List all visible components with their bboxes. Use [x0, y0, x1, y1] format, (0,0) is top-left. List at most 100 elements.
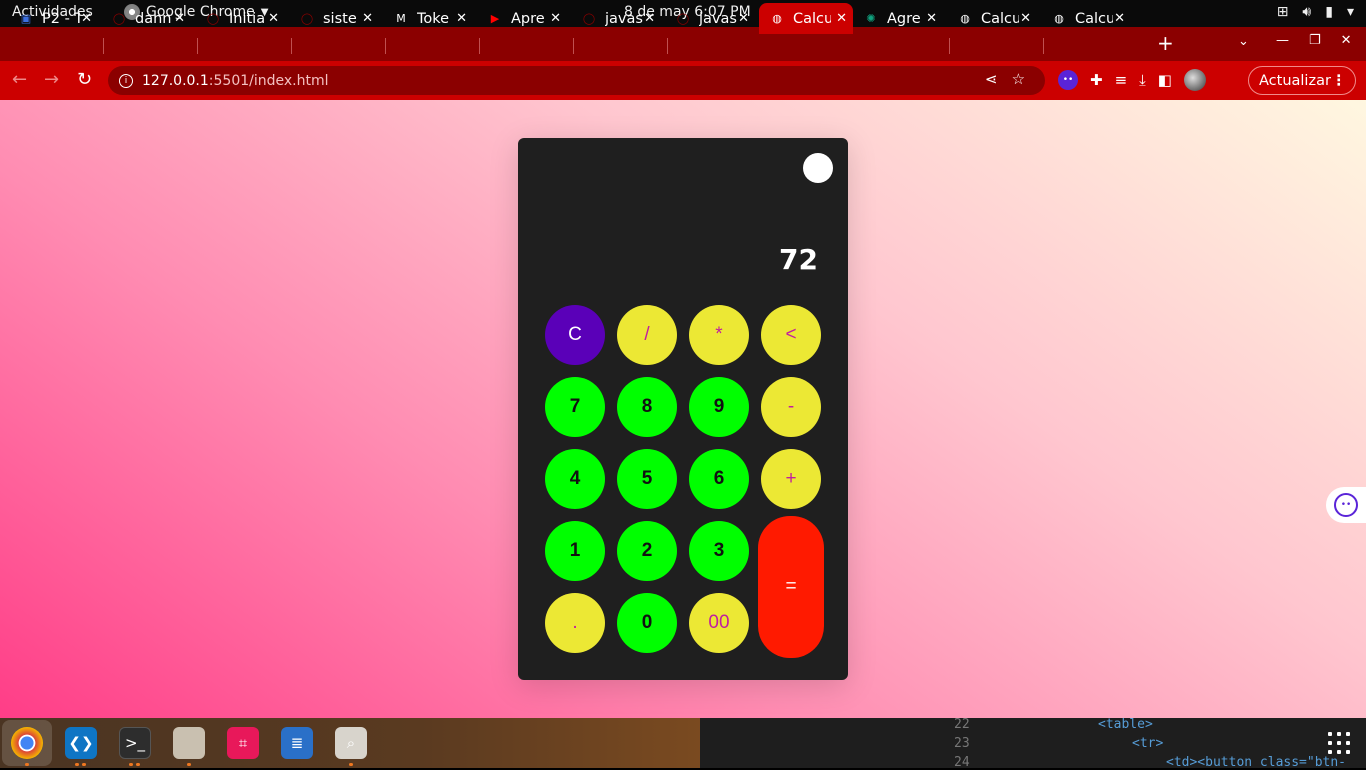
side-panel-icon[interactable]: ◧: [1158, 71, 1172, 89]
tab-title: Initia: [229, 10, 266, 27]
terminal-icon[interactable]: >_: [119, 727, 151, 759]
address-bar[interactable]: i 127.0.0.1:5501/index.html: [108, 66, 1045, 95]
tab[interactable]: ◯ Initia ✕: [205, 3, 285, 34]
puzzle-icon[interactable]: ✚: [1090, 71, 1103, 89]
minus-button[interactable]: -: [761, 377, 821, 437]
network-icon: ⊞: [1276, 4, 1289, 20]
tab[interactable]: ◯ javas ✕: [675, 3, 755, 34]
new-tab-button[interactable]: +: [1157, 31, 1174, 55]
digit-5-button[interactable]: 5: [617, 449, 677, 509]
tab-close-icon[interactable]: ✕: [926, 11, 937, 26]
running-indicator: [349, 763, 353, 766]
tab[interactable]: ◍ Calcu ✕: [1051, 3, 1131, 34]
update-button[interactable]: Actualizar ⋮: [1248, 66, 1356, 95]
bot-icon: ••: [1334, 493, 1358, 517]
tab-title: Toke: [417, 10, 450, 27]
multiply-button[interactable]: *: [689, 305, 749, 365]
forward-icon[interactable]: →: [44, 69, 59, 90]
github-icon: ◯: [582, 12, 596, 25]
profile-avatar[interactable]: [1183, 69, 1206, 91]
site-info-icon[interactable]: i: [119, 73, 133, 88]
tab-close-icon[interactable]: ✕: [550, 11, 561, 26]
digit-3-button[interactable]: 3: [689, 521, 749, 581]
clear-button[interactable]: C: [545, 305, 605, 365]
files-icon[interactable]: [173, 727, 205, 759]
equals-button[interactable]: =: [758, 516, 824, 658]
tab-close-icon[interactable]: ✕: [268, 11, 279, 26]
tab-close-icon[interactable]: ✕: [362, 11, 373, 26]
media-control-icon[interactable]: ≡: [1115, 71, 1128, 89]
image-viewer-icon[interactable]: ⌕: [335, 727, 367, 759]
tab[interactable]: ◯ dann ✕: [111, 3, 191, 34]
line-number: 22: [954, 717, 970, 732]
background-code-editor: 22 <table> 23 <tr> 24 <td><button class=…: [700, 717, 1366, 770]
digit-7-button[interactable]: 7: [545, 377, 605, 437]
tab[interactable]: M Toke ✕: [393, 3, 473, 34]
text-editor-icon[interactable]: ≣: [281, 727, 313, 759]
tab-close-icon[interactable]: ✕: [836, 11, 847, 26]
tab-separator: [197, 38, 198, 54]
digit-9-button[interactable]: 9: [689, 377, 749, 437]
bot-extension-icon[interactable]: ••: [1058, 70, 1078, 90]
backspace-button[interactable]: <: [761, 305, 821, 365]
show-apps-icon[interactable]: [1328, 732, 1350, 754]
url-path: :5501/index.html: [208, 72, 329, 89]
digit-8-button[interactable]: 8: [617, 377, 677, 437]
page-viewport: 72 C / * < 7 8 9 - 4 5 6 + 1 2 3 = . 0 0…: [0, 100, 1366, 718]
tab-close-icon[interactable]: ✕: [456, 11, 467, 26]
tab-separator: [479, 38, 480, 54]
running-indicator: [187, 763, 191, 766]
window-controls: — ❐ ✕: [1276, 33, 1352, 48]
digit-6-button[interactable]: 6: [689, 449, 749, 509]
tab-title: javas: [605, 10, 643, 27]
vscode-icon[interactable]: ❮❯: [65, 727, 97, 759]
battery-icon: ▮: [1325, 4, 1333, 20]
tab-close-icon[interactable]: ✕: [174, 11, 185, 26]
tab-separator: [291, 38, 292, 54]
screenshot-icon[interactable]: ⌗: [227, 727, 259, 759]
tab-search-icon[interactable]: ⌄: [1238, 34, 1249, 49]
tab-close-icon[interactable]: ✕: [1114, 11, 1125, 26]
digit-2-button[interactable]: 2: [617, 521, 677, 581]
tab[interactable]: ✺ Agre ✕: [863, 3, 943, 34]
code-line: <tr>: [1132, 736, 1164, 751]
close-icon[interactable]: ✕: [1341, 33, 1352, 48]
tab-close-icon[interactable]: ✕: [1020, 11, 1031, 26]
running-indicator: [82, 763, 86, 766]
tab-close-icon[interactable]: ✕: [644, 11, 655, 26]
download-icon[interactable]: ⤓: [1139, 71, 1146, 89]
bot-side-widget[interactable]: ••: [1326, 487, 1366, 523]
system-tray[interactable]: ⊞ 🔊︎ ▮ ▾: [1277, 4, 1354, 20]
kebab-menu-icon[interactable]: ⋮: [1332, 73, 1347, 89]
digit-0-button[interactable]: 0: [617, 593, 677, 653]
youtube-icon: ▶: [490, 12, 500, 25]
digit-4-button[interactable]: 4: [545, 449, 605, 509]
restore-icon[interactable]: ❐: [1309, 33, 1321, 48]
tab[interactable]: ◯ javas ✕: [581, 3, 661, 34]
digit-1-button[interactable]: 1: [545, 521, 605, 581]
tab-separator: [667, 38, 668, 54]
github-icon: ◯: [300, 12, 314, 25]
plus-button[interactable]: +: [761, 449, 821, 509]
reload-icon[interactable]: ↻: [77, 69, 92, 90]
tab-separator: [385, 38, 386, 54]
decimal-button[interactable]: .: [545, 593, 605, 653]
tab[interactable]: ▣ P2 - T ✕: [18, 3, 98, 34]
bookmark-star-icon[interactable]: ☆: [1012, 70, 1025, 88]
divide-button[interactable]: /: [617, 305, 677, 365]
chrome-icon[interactable]: [11, 727, 43, 759]
theme-toggle[interactable]: [803, 153, 833, 183]
share-icon[interactable]: ⋖: [985, 70, 998, 88]
tab[interactable]: ◍ Calcu ✕: [759, 3, 853, 34]
tab[interactable]: ◍ Calcu ✕: [957, 3, 1037, 34]
double-zero-button[interactable]: 00: [689, 593, 749, 653]
tab[interactable]: ▶ Apre ✕: [487, 3, 567, 34]
minimize-icon[interactable]: —: [1276, 33, 1289, 48]
tab[interactable]: ◯ siste ✕: [299, 3, 379, 34]
tab-close-icon[interactable]: ✕: [738, 11, 749, 26]
tab-close-icon[interactable]: ✕: [81, 11, 92, 26]
tab-title: Calcu: [1075, 10, 1113, 27]
omnibox-actions: ⋖ ☆: [985, 70, 1025, 88]
gmail-icon: M: [396, 12, 406, 25]
back-icon[interactable]: ←: [12, 69, 27, 90]
